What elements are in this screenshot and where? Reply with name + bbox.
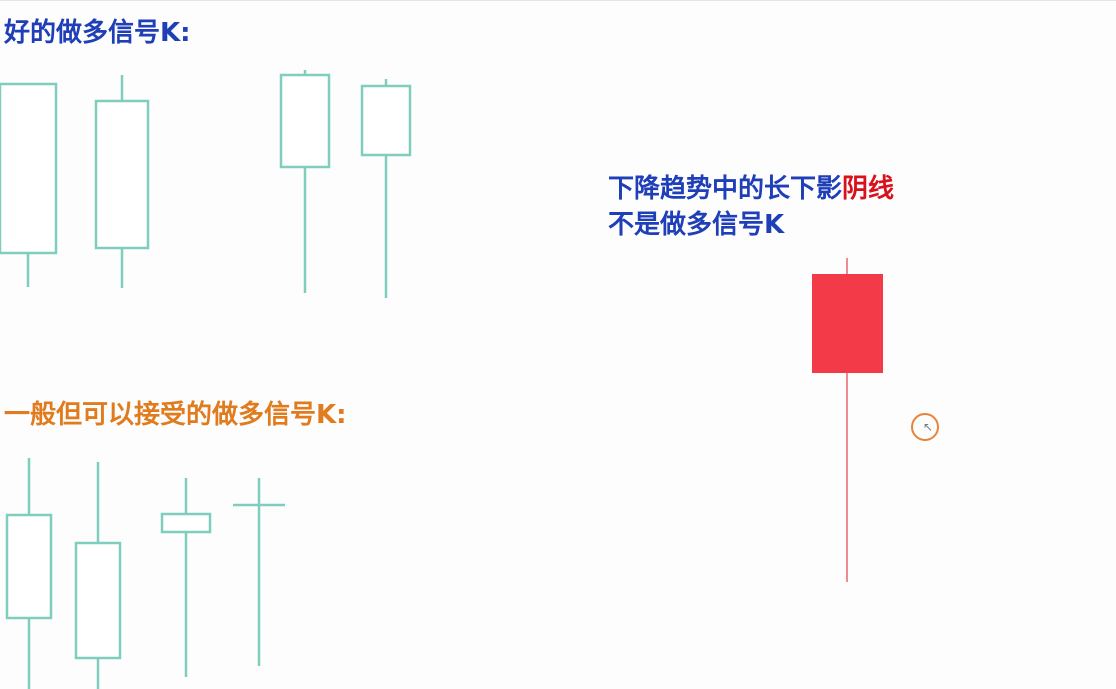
candlestick-diagram <box>0 70 883 689</box>
cursor-highlight-ring: ↖ <box>911 413 939 441</box>
acceptable-candle-2-body <box>74 541 122 660</box>
good-candle-3-body <box>279 73 331 169</box>
acceptable-candle-1-body <box>5 513 53 620</box>
bearish-candle-body <box>812 274 883 373</box>
good-candle-4-body <box>360 84 412 157</box>
slide-canvas: 好的做多信号K: 一般但可以接受的做多信号K: 下降趋势中的长下影阴线 不是做多… <box>0 0 1116 689</box>
acceptable-candle-3-body <box>160 512 212 534</box>
good-candle-2-body <box>94 99 150 250</box>
good-candle-1-body <box>0 82 58 255</box>
mouse-pointer-icon: ↖ <box>923 420 934 434</box>
